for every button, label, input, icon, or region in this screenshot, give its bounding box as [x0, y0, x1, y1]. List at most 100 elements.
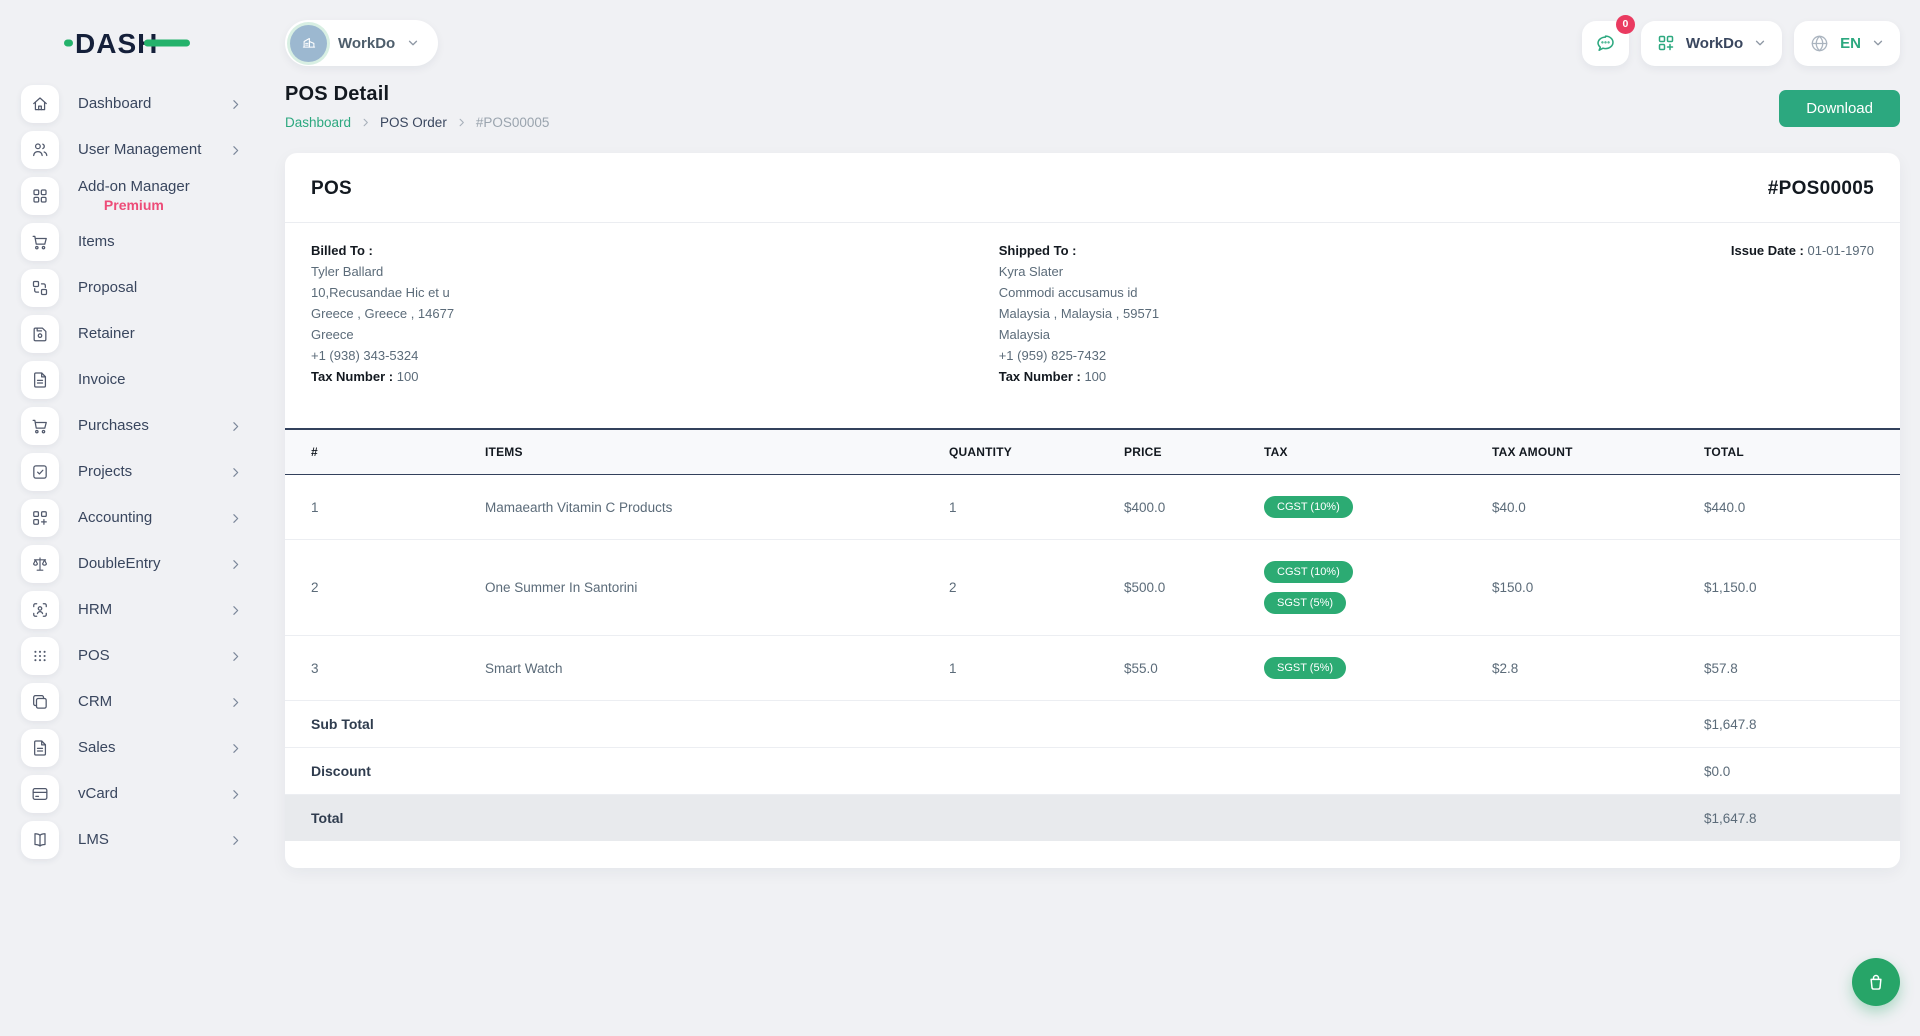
file-text-icon — [21, 729, 59, 767]
subtotal-label: Sub Total — [285, 701, 1694, 748]
download-button[interactable]: Download — [1779, 90, 1900, 127]
sidebar-item-label: Add-on Manager Premium — [78, 178, 190, 214]
message-count-badge: 0 — [1616, 15, 1635, 34]
subtotal-value: $1,647.8 — [1694, 701, 1900, 748]
chevron-right-icon — [360, 117, 371, 128]
sidebar-item-crm[interactable]: CRM — [0, 679, 260, 725]
sidebar: DASH Dashboard User Management Add-on Ma… — [0, 0, 260, 1036]
chevron-right-icon — [229, 834, 242, 847]
address-section: Billed To : Tyler Ballard 10,Recusandae … — [285, 223, 1900, 428]
billed-phone: +1 (938) 343-5324 — [311, 345, 999, 366]
main-content: WorkDo 0 WorkDo EN POS Detail D — [260, 0, 1920, 1036]
sidebar-item-sales[interactable]: Sales — [0, 725, 260, 771]
billed-to-block: Billed To : Tyler Ballard 10,Recusandae … — [311, 240, 999, 387]
sidebar-item-items[interactable]: Items — [0, 219, 260, 265]
cart-icon — [21, 223, 59, 261]
sidebar-item-retainer[interactable]: Retainer — [0, 311, 260, 357]
col-index: # — [285, 429, 475, 475]
sidebar-item-label: Dashboard — [78, 95, 151, 113]
messages-button[interactable]: 0 — [1582, 21, 1629, 66]
breadcrumb: Dashboard POS Order #POS00005 — [285, 115, 549, 130]
row-total: $57.8 — [1694, 636, 1900, 701]
addon-label: Add-on Manager — [78, 178, 190, 195]
chevron-right-icon — [229, 420, 242, 433]
transform-icon — [21, 269, 59, 307]
breadcrumb-current: #POS00005 — [476, 115, 550, 130]
sidebar-item-label: HRM — [78, 601, 112, 619]
sidebar-nav: Dashboard User Management Add-on Manager… — [0, 81, 260, 863]
sidebar-item-label: Accounting — [78, 509, 152, 527]
col-price: PRICE — [1114, 429, 1254, 475]
shipped-address-line: Commodi accusamus id — [999, 282, 1731, 303]
cart-icon — [21, 407, 59, 445]
tax-badge: SGST (5%) — [1264, 592, 1346, 614]
row-total: $1,150.0 — [1694, 540, 1900, 636]
sidebar-item-doubleentry[interactable]: DoubleEntry — [0, 541, 260, 587]
shipped-address-line: Malaysia , Malaysia , 59571 — [999, 303, 1731, 324]
sidebar-item-label: Proposal — [78, 279, 137, 297]
page-header: POS Detail Dashboard POS Order #POS00005… — [285, 83, 1900, 130]
shipped-to-title: Shipped To : — [999, 240, 1731, 261]
col-tax: TAX — [1254, 429, 1482, 475]
sidebar-item-lms[interactable]: LMS — [0, 817, 260, 863]
sidebar-item-addon-manager[interactable]: Add-on Manager Premium — [0, 173, 260, 219]
breadcrumb-dashboard[interactable]: Dashboard — [285, 115, 351, 130]
row-tax-amount: $2.8 — [1482, 636, 1694, 701]
sidebar-item-label: Sales — [78, 739, 116, 757]
issue-date: Issue Date : 01-01-1970 — [1731, 240, 1874, 387]
chevron-right-icon — [229, 466, 242, 479]
col-items: ITEMS — [475, 429, 939, 475]
card-header: POS #POS00005 — [285, 153, 1900, 223]
tax-badge: CGST (10%) — [1264, 561, 1353, 583]
tax-badge: CGST (10%) — [1264, 496, 1353, 518]
sidebar-item-invoice[interactable]: Invoice — [0, 357, 260, 403]
workspace-name: WorkDo — [338, 35, 395, 52]
chevron-right-icon — [229, 742, 242, 755]
sidebar-item-user-management[interactable]: User Management — [0, 127, 260, 173]
chevron-right-icon — [229, 650, 242, 663]
row-tax-amount: $150.0 — [1482, 540, 1694, 636]
billed-address-line: 10,Recusandae Hic et u — [311, 282, 999, 303]
workspace-switcher[interactable]: WorkDo — [285, 20, 438, 66]
sidebar-item-label: Purchases — [78, 417, 149, 435]
row-item-name: Smart Watch — [475, 636, 939, 701]
breadcrumb-pos-order[interactable]: POS Order — [380, 115, 447, 130]
row-index: 1 — [285, 475, 475, 540]
user-scan-icon — [21, 591, 59, 629]
users-icon — [21, 131, 59, 169]
table-row: 2 One Summer In Santorini 2 $500.0 CGST … — [285, 540, 1900, 636]
chat-bubble-icon — [1594, 32, 1617, 55]
floppy-disk-icon — [21, 315, 59, 353]
sidebar-item-vcard[interactable]: vCard — [0, 771, 260, 817]
discount-value: $0.0 — [1694, 748, 1900, 795]
dots-grid-icon — [21, 637, 59, 675]
brand-logo[interactable]: DASH — [64, 26, 190, 60]
language-dropdown[interactable]: EN — [1794, 21, 1900, 66]
row-total: $440.0 — [1694, 475, 1900, 540]
sidebar-item-proposal[interactable]: Proposal — [0, 265, 260, 311]
premium-badge: Premium — [78, 197, 190, 214]
total-row: Total $1,647.8 — [285, 795, 1900, 842]
topbar-actions: 0 WorkDo EN — [1582, 21, 1900, 66]
sidebar-item-pos[interactable]: POS — [0, 633, 260, 679]
shipped-phone: +1 (959) 825-7432 — [999, 345, 1731, 366]
sidebar-item-dashboard[interactable]: Dashboard — [0, 81, 260, 127]
table-header-row: # ITEMS QUANTITY PRICE TAX TAX AMOUNT TO… — [285, 429, 1900, 475]
sidebar-item-projects[interactable]: Projects — [0, 449, 260, 495]
shipped-address-line: Malaysia — [999, 324, 1731, 345]
grid-add-icon — [1656, 33, 1676, 53]
row-price: $500.0 — [1114, 540, 1254, 636]
sidebar-item-purchases[interactable]: Purchases — [0, 403, 260, 449]
total-value: $1,647.8 — [1694, 795, 1900, 842]
sidebar-item-accounting[interactable]: Accounting — [0, 495, 260, 541]
total-label: Total — [285, 795, 1694, 842]
chevron-right-icon — [229, 604, 242, 617]
app-menu-dropdown[interactable]: WorkDo — [1641, 21, 1782, 66]
subtotal-row: Sub Total $1,647.8 — [285, 701, 1900, 748]
sidebar-item-hrm[interactable]: HRM — [0, 587, 260, 633]
cart-fab-button[interactable] — [1852, 958, 1900, 1006]
row-item-name: One Summer In Santorini — [475, 540, 939, 636]
chevron-down-icon — [1753, 36, 1767, 50]
credit-card-icon — [21, 775, 59, 813]
items-table: # ITEMS QUANTITY PRICE TAX TAX AMOUNT TO… — [285, 428, 1900, 841]
